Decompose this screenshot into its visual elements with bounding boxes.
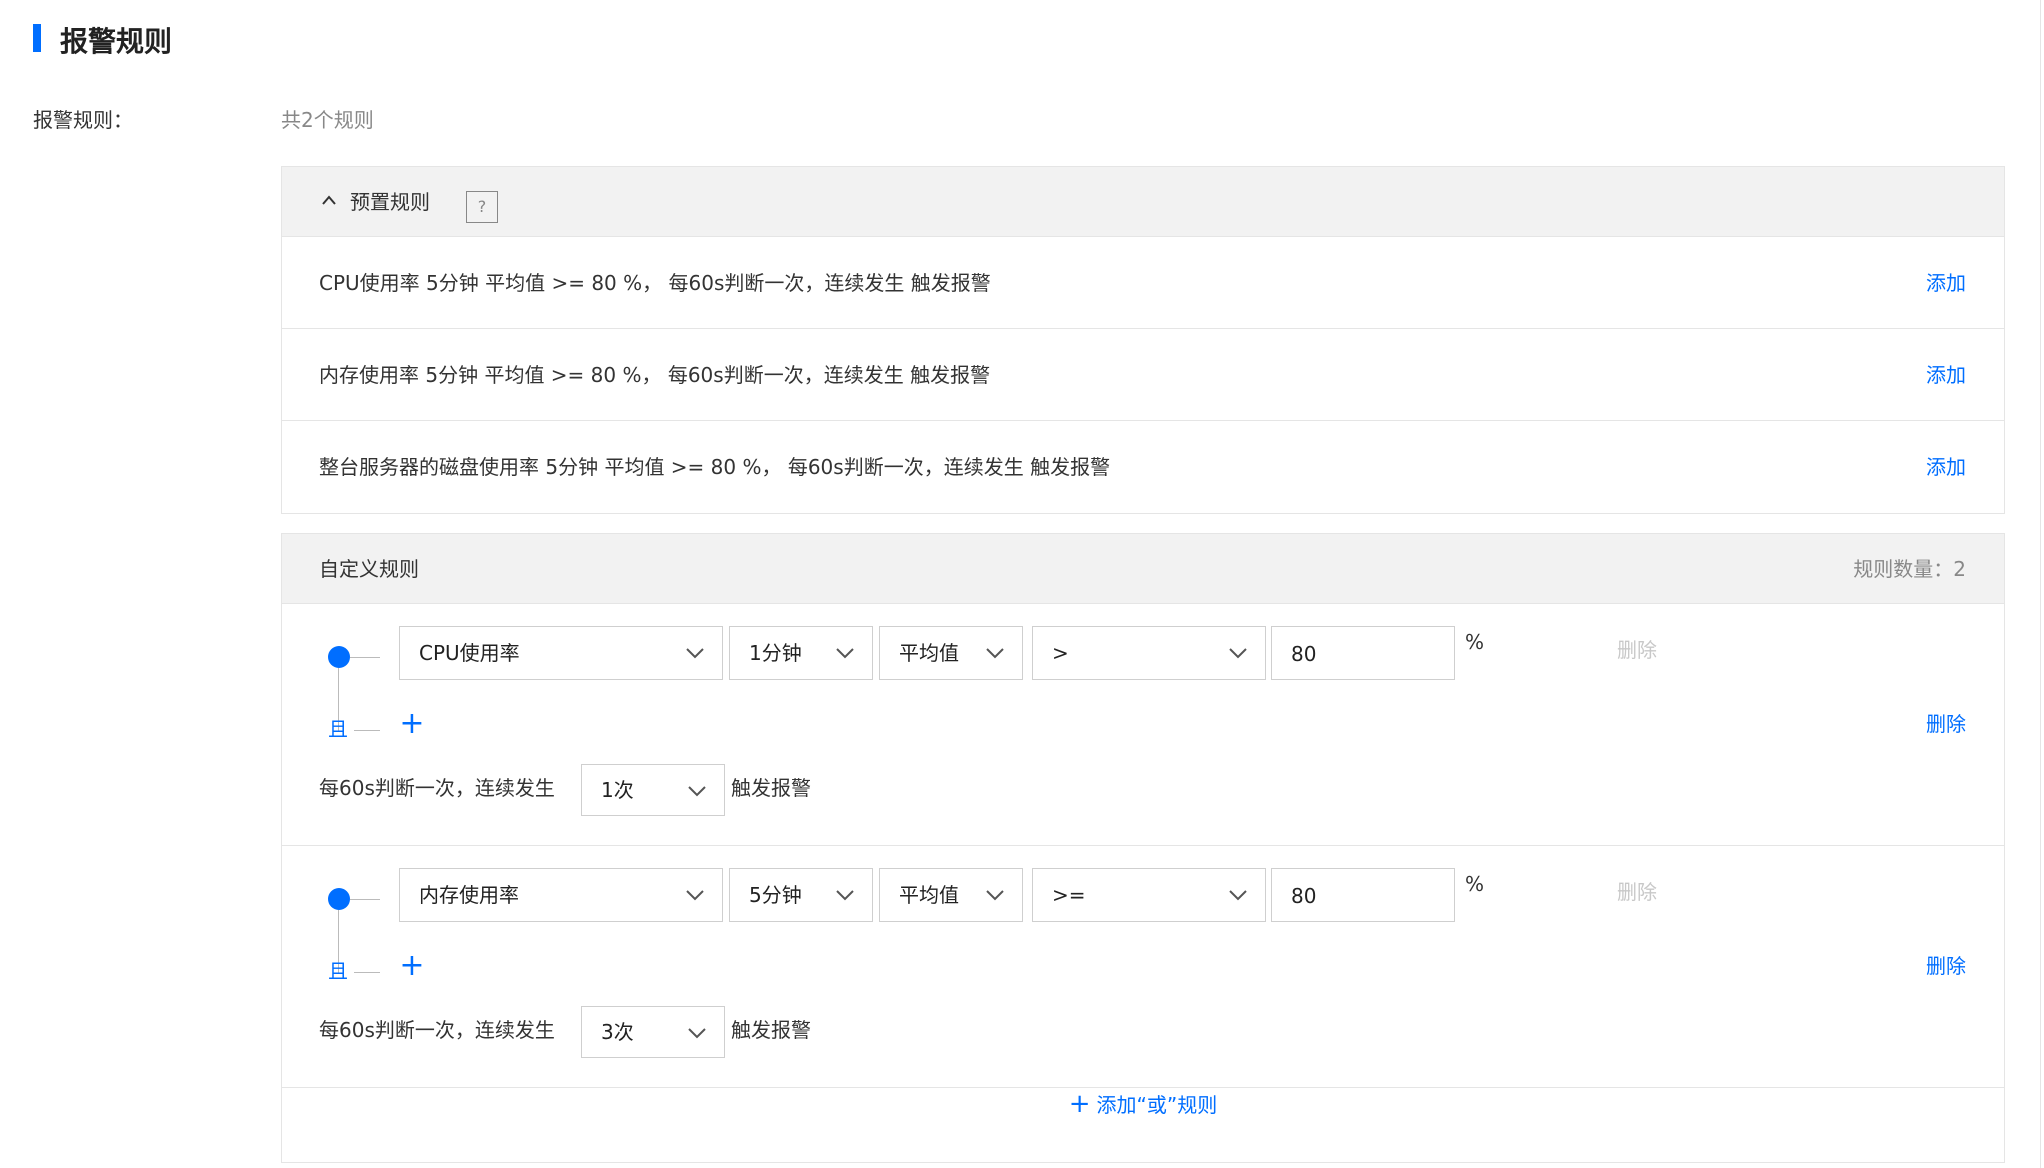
custom-rule-block: 且 + 内存使用率 5分钟 平均值 >= 80 % 删除 删除 每60s判断一次… — [282, 846, 2004, 1088]
chevron-up-icon[interactable] — [322, 194, 336, 208]
threshold-value: 80 — [1291, 884, 1317, 908]
custom-rules-header: 自定义规则 规则数量：2 — [282, 534, 2004, 604]
statistic-select[interactable]: 平均值 — [879, 626, 1023, 680]
operator-select[interactable]: >= — [1032, 868, 1266, 922]
threshold-input[interactable]: 80 — [1271, 626, 1455, 680]
and-label: 且 — [328, 717, 348, 741]
period-value: 5分钟 — [749, 883, 802, 907]
and-label: 且 — [328, 959, 348, 983]
period-value: 1分钟 — [749, 641, 802, 665]
preset-rule-row: 内存使用率 5分钟 平均值 >= 80 %， 每60s判断一次，连续发生 触发报… — [282, 329, 2004, 421]
chevron-down-icon — [1229, 890, 1247, 901]
connector-line — [354, 730, 380, 731]
preset-rule-text: CPU使用率 5分钟 平均值 >= 80 %， 每60s判断一次，连续发生 触发… — [319, 271, 991, 295]
frequency-suffix: 触发报警 — [731, 776, 811, 800]
consecutive-times-select[interactable]: 1次 — [581, 764, 725, 816]
chevron-down-icon — [986, 890, 1004, 901]
operator-select[interactable]: > — [1032, 626, 1266, 680]
chevron-down-icon — [836, 648, 854, 659]
preset-rule-text: 整台服务器的磁盘使用率 5分钟 平均值 >= 80 %， 每60s判断一次，连续… — [319, 455, 1111, 479]
threshold-unit: % — [1465, 630, 1485, 654]
statistic-select[interactable]: 平均值 — [879, 868, 1023, 922]
times-value: 1次 — [601, 778, 634, 802]
consecutive-times-select[interactable]: 3次 — [581, 1006, 725, 1058]
add-preset-rule-button[interactable]: 添加 — [1926, 451, 1966, 483]
custom-rules-count: 规则数量：2 — [1853, 557, 1966, 581]
custom-rule-block: 且 + CPU使用率 1分钟 平均值 > 80 % 删除 删除 每60s判断一次… — [282, 604, 2004, 846]
preset-rules-header[interactable]: 预置规则 ? — [282, 167, 2004, 237]
connector-line — [350, 657, 380, 658]
chevron-down-icon — [686, 648, 704, 659]
metric-value: CPU使用率 — [419, 641, 520, 665]
connector-line — [354, 972, 380, 973]
metric-value: 内存使用率 — [419, 883, 519, 907]
preset-rules-panel: 预置规则 ? CPU使用率 5分钟 平均值 >= 80 %， 每60s判断一次，… — [281, 166, 2005, 514]
question-icon[interactable]: ? — [466, 191, 498, 223]
threshold-unit: % — [1465, 872, 1485, 896]
add-condition-button[interactable]: + — [398, 709, 426, 739]
threshold-input[interactable]: 80 — [1271, 868, 1455, 922]
delete-rule-button[interactable]: 删除 — [1926, 950, 1966, 982]
frequency-suffix: 触发报警 — [731, 1018, 811, 1042]
chevron-down-icon — [1229, 648, 1247, 659]
metric-select[interactable]: 内存使用率 — [399, 868, 723, 922]
metric-select[interactable]: CPU使用率 — [399, 626, 723, 680]
threshold-value: 80 — [1291, 642, 1317, 666]
statistic-value: 平均值 — [899, 641, 959, 665]
condition-dot-icon — [328, 646, 350, 668]
custom-rules-title: 自定义规则 — [319, 557, 419, 581]
period-select[interactable]: 1分钟 — [729, 626, 873, 680]
plus-icon: + — [1068, 1089, 1091, 1119]
page-title: 报警规则 — [60, 25, 173, 58]
title-accent-bar — [33, 24, 41, 52]
frequency-prefix: 每60s判断一次，连续发生 — [319, 776, 555, 800]
add-preset-rule-button[interactable]: 添加 — [1926, 359, 1966, 391]
add-condition-button[interactable]: + — [398, 951, 426, 981]
operator-value: > — [1052, 641, 1069, 665]
add-or-rule-label: 添加“或”规则 — [1096, 1093, 1218, 1117]
delete-rule-button[interactable]: 删除 — [1926, 708, 1966, 740]
alarm-rules-label: 报警规则： — [33, 108, 133, 132]
condition-dot-icon — [328, 888, 350, 910]
times-value: 3次 — [601, 1020, 634, 1044]
delete-condition-button[interactable]: 删除 — [1617, 876, 1657, 908]
connector-line — [350, 899, 380, 900]
period-select[interactable]: 5分钟 — [729, 868, 873, 922]
chevron-down-icon — [986, 648, 1004, 659]
chevron-down-icon — [836, 890, 854, 901]
chevron-down-icon — [688, 786, 706, 797]
preset-rule-text: 内存使用率 5分钟 平均值 >= 80 %， 每60s判断一次，连续发生 触发报… — [319, 363, 991, 387]
scrollbar-track[interactable] — [2040, 0, 2041, 1168]
operator-value: >= — [1052, 883, 1086, 907]
frequency-prefix: 每60s判断一次，连续发生 — [319, 1018, 555, 1042]
preset-rule-row: 整台服务器的磁盘使用率 5分钟 平均值 >= 80 %， 每60s判断一次，连续… — [282, 421, 2004, 513]
add-preset-rule-button[interactable]: 添加 — [1926, 267, 1966, 299]
delete-condition-button[interactable]: 删除 — [1617, 634, 1657, 666]
preset-rules-title: 预置规则 — [350, 190, 430, 214]
custom-rules-panel: 自定义规则 规则数量：2 且 + CPU使用率 1分钟 平均值 > 80 % 删… — [281, 533, 2005, 1163]
add-or-rule-button[interactable]: + 添加“或”规则 — [282, 1088, 2004, 1121]
rules-count-summary: 共2个规则 — [281, 108, 374, 132]
statistic-value: 平均值 — [899, 883, 959, 907]
chevron-down-icon — [688, 1028, 706, 1039]
chevron-down-icon — [686, 890, 704, 901]
preset-rule-row: CPU使用率 5分钟 平均值 >= 80 %， 每60s判断一次，连续发生 触发… — [282, 237, 2004, 329]
